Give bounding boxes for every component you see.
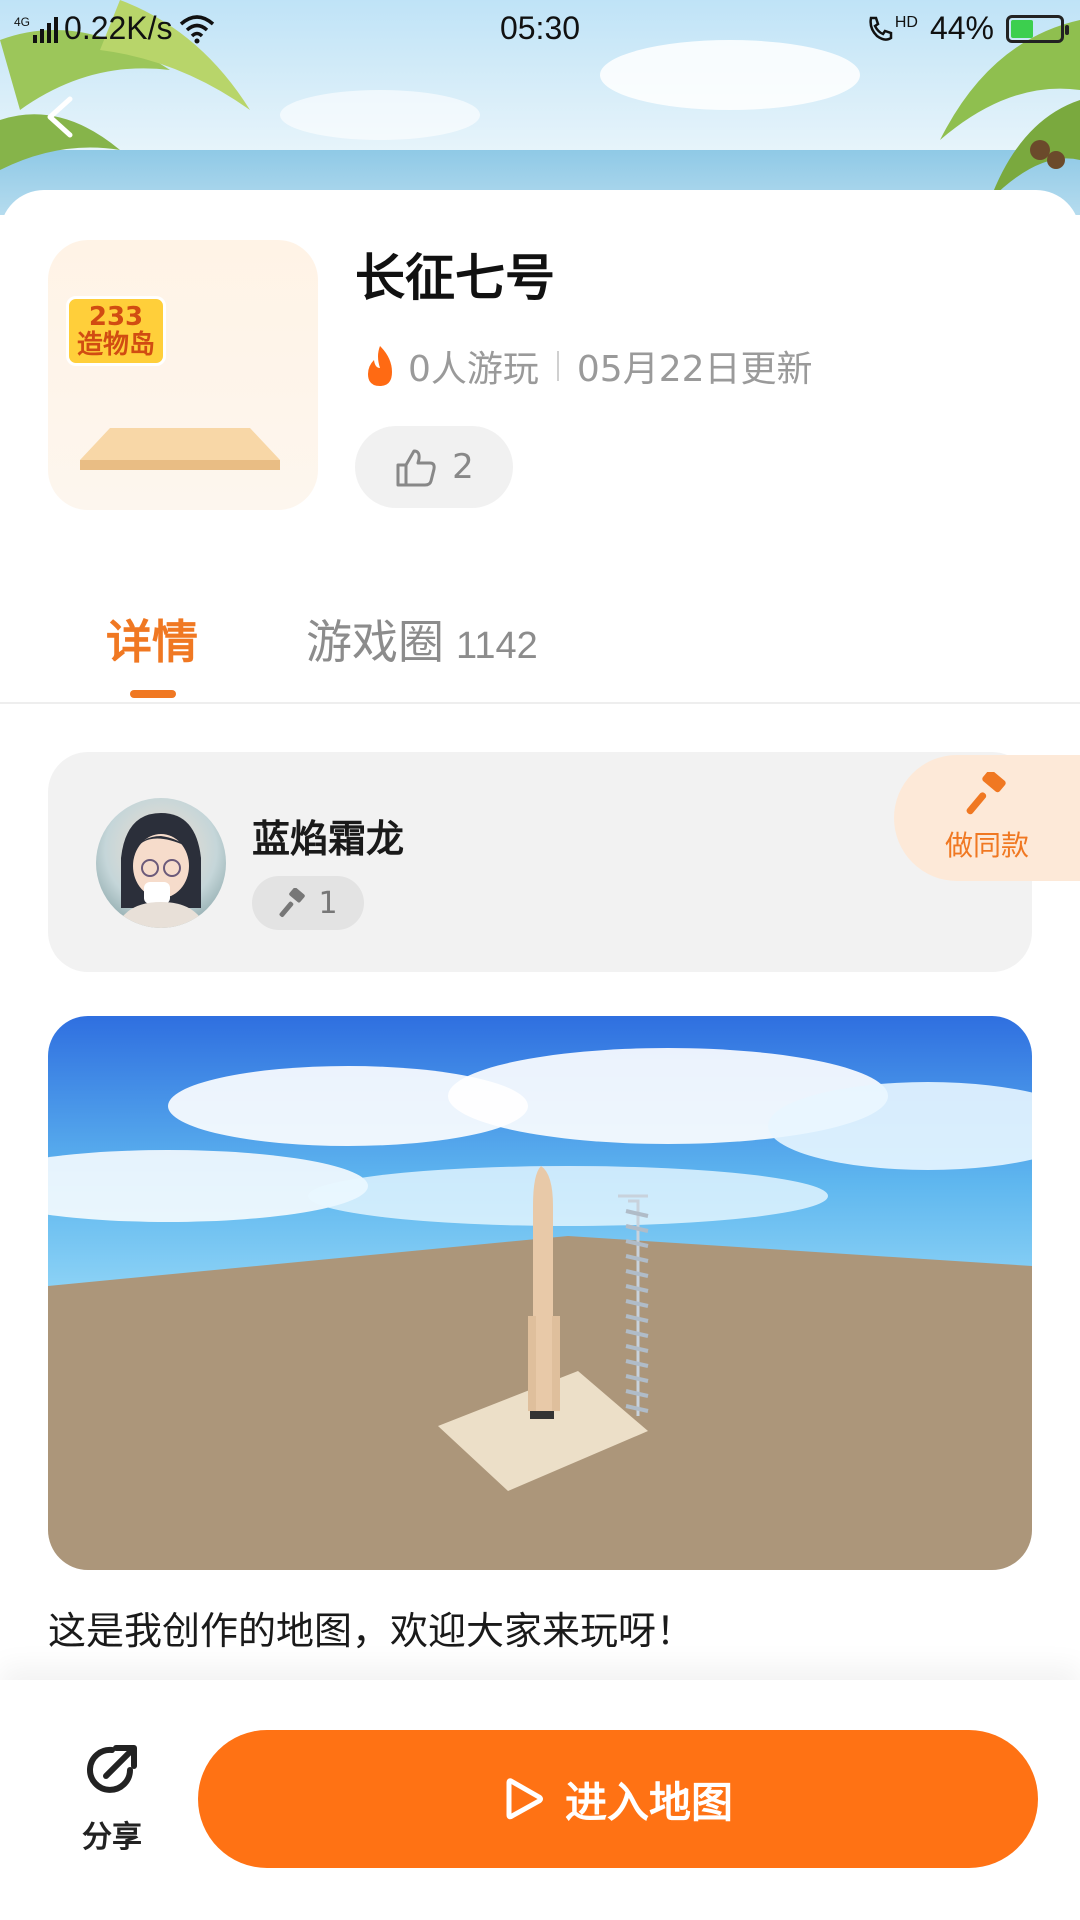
hd-call-icon: HD <box>865 14 918 44</box>
map-screenshot[interactable] <box>48 1016 1032 1570</box>
bottom-action-bar: 分享 进入地图 <box>0 1680 1080 1920</box>
works-count: 1 <box>318 885 338 921</box>
platform-thumbnail <box>80 428 280 470</box>
circle-count: 1142 <box>456 625 538 667</box>
like-button[interactable]: 2 <box>355 426 513 508</box>
make-same-button[interactable]: 做同款 <box>894 755 1080 881</box>
hammer-icon <box>966 772 1006 815</box>
author-name: 蓝焰霜龙 <box>252 817 405 861</box>
battery-icon <box>1006 14 1069 43</box>
make-same-label: 做同款 <box>944 829 1029 862</box>
player-count: 0人游玩 <box>408 349 539 390</box>
avatar[interactable] <box>96 798 226 928</box>
thumbs-up-icon <box>396 449 436 487</box>
tab-detail[interactable]: 详情 <box>106 606 198 698</box>
hammer-icon <box>279 888 306 918</box>
works-badge: 1 <box>252 876 364 930</box>
tab-game-circle[interactable]: 游戏圈 1142 <box>306 606 538 672</box>
enter-map-label: 进入地图 <box>564 1777 733 1827</box>
status-bar: 4G 0.22K/s 05:30 HD 44% <box>0 0 1080 58</box>
like-count: 2 <box>452 447 474 487</box>
battery-percent: 44% <box>929 10 994 46</box>
share-button[interactable]: 分享 <box>72 1740 152 1856</box>
tab-indicator <box>130 690 176 698</box>
game-cover: 233 造物岛 <box>48 240 318 510</box>
author-card[interactable]: 蓝焰霜龙 1 <box>48 752 1032 972</box>
share-label: 分享 <box>82 1820 142 1855</box>
map-description: 这是我创作的地图，欢迎大家来玩呀！ <box>48 1609 695 1653</box>
play-icon <box>506 1778 543 1820</box>
game-meta: 0人游玩 05月22日更新 <box>362 340 813 392</box>
enter-map-button[interactable]: 进入地图 <box>198 1730 1038 1868</box>
update-date: 05月22日更新 <box>576 349 813 390</box>
back-arrow-icon[interactable] <box>40 95 84 139</box>
tab-bar: 详情 游戏圈 1142 <box>0 590 1080 704</box>
fire-icon <box>368 346 392 386</box>
share-icon <box>87 1745 137 1793</box>
game-title: 长征七号 <box>355 249 555 307</box>
app-logo: 233 造物岛 <box>66 296 167 366</box>
detail-sheet: 233 造物岛 长征七号 0人游玩 05月22日更新 2 详情 游戏圈1142 <box>0 190 1080 1680</box>
